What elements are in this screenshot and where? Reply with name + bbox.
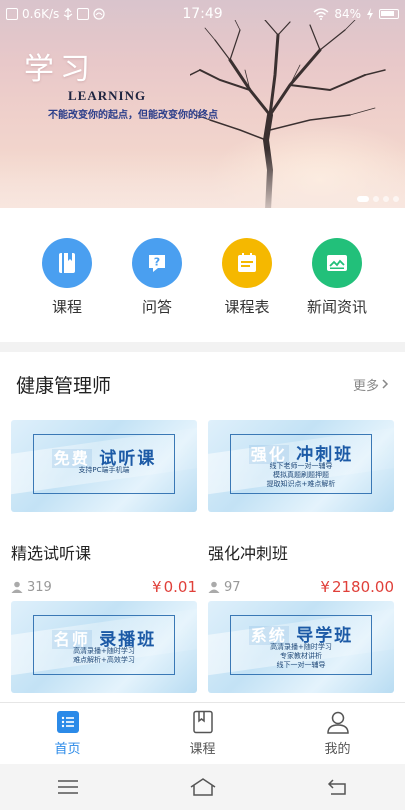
person-icon	[208, 581, 220, 593]
quick-nav-label: 问答	[141, 298, 172, 316]
section-divider	[0, 342, 405, 352]
thumb-subtitle: 支持PC端手机端	[78, 466, 130, 474]
person-icon	[326, 711, 349, 734]
system-nav-bar	[0, 764, 405, 810]
quick-nav: 课程 ? 问答 课程表 新闻资讯	[0, 208, 405, 342]
section-title: 健康管理师	[16, 374, 112, 397]
course-meta: 319 ¥0.01	[11, 578, 197, 596]
tab-profile[interactable]: 我的	[270, 703, 405, 764]
thumb-subtitle: 线下老师一对一辅导 模拟真题刷题押题 提取知识点+难点解析	[266, 462, 336, 488]
course-card[interactable]: 系统 导学班 高清录播+随时学习 专家教材讲析 线下一对一辅导	[208, 601, 394, 693]
news-icon	[312, 238, 362, 288]
course-thumbnail: 免费 试听课 支持PC端手机端	[11, 420, 197, 512]
tab-label: 首页	[54, 742, 81, 757]
battery-percent: 84%	[334, 7, 361, 21]
carousel-dots	[357, 196, 399, 202]
course-card[interactable]: 名师 录播班 高清录播+随时学习 难点解析+高效学习	[11, 601, 197, 693]
svg-text:?: ?	[154, 256, 160, 269]
home-list-icon	[56, 711, 79, 733]
course-title: 精选试听课	[11, 544, 92, 563]
course-price: ¥0.01	[152, 578, 197, 596]
course-meta: 97 ¥2180.00	[208, 578, 394, 596]
app-notification-icon	[77, 8, 90, 20]
banner-carousel[interactable]: 学习 LEARNING 不能改变你的起点，但能改变你的终点	[0, 0, 405, 208]
tab-home[interactable]: 首页	[0, 703, 135, 764]
quick-nav-schedule[interactable]: 课程表	[202, 208, 292, 342]
charging-icon	[367, 8, 373, 20]
banner-haze	[0, 150, 405, 208]
thumb-subtitle: 高清录播+随时学习 难点解析+高效学习	[73, 647, 135, 664]
student-count: 97	[208, 580, 241, 595]
tab-courses[interactable]: 课程	[135, 703, 270, 764]
more-link[interactable]: 更多	[353, 375, 389, 394]
carousel-dot	[383, 196, 389, 202]
more-label: 更多	[352, 378, 379, 394]
carousel-dot	[393, 196, 399, 202]
bookmark-book-icon	[192, 710, 213, 734]
quick-nav-news[interactable]: 新闻资讯	[292, 208, 382, 342]
usb-icon	[63, 8, 73, 20]
back-icon	[327, 779, 346, 795]
person-icon	[11, 581, 23, 593]
banner-slogan: 不能改变你的起点，但能改变你的终点	[48, 110, 218, 121]
book-icon	[42, 238, 92, 288]
course-title: 强化冲刺班	[208, 544, 289, 563]
course-card[interactable]: 强化 冲刺班 线下老师一对一辅导 模拟真题刷题押题 提取知识点+难点解析 强化冲…	[208, 420, 394, 596]
course-thumbnail: 强化 冲刺班 线下老师一对一辅导 模拟真题刷题押题 提取知识点+难点解析	[208, 420, 394, 512]
schedule-icon	[222, 238, 272, 288]
course-thumbnail: 名师 录播班 高清录播+随时学习 难点解析+高效学习	[11, 601, 197, 693]
home-icon	[190, 778, 215, 796]
carousel-dot	[357, 196, 369, 202]
carousel-dot	[373, 196, 379, 202]
course-price: ¥2180.00	[320, 578, 394, 596]
chevron-right-icon	[382, 379, 389, 389]
home-button[interactable]	[183, 772, 223, 802]
menu-icon	[57, 780, 78, 794]
menu-button[interactable]	[48, 772, 88, 802]
quick-nav-label: 新闻资讯	[306, 298, 367, 316]
student-count: 319	[11, 580, 52, 595]
quick-nav-courses[interactable]: 课程	[22, 208, 112, 342]
bottom-tab-bar: 首页 课程 我的	[0, 702, 405, 764]
back-button[interactable]	[318, 772, 358, 802]
quick-nav-qa[interactable]: ? 问答	[112, 208, 202, 342]
status-bar: 0.6K/s 17:49 84%	[0, 0, 405, 28]
banner-english: LEARNING	[68, 88, 147, 103]
quick-nav-label: 课程表	[224, 298, 270, 316]
thumb-subtitle: 高清录播+随时学习 专家教材讲析 线下一对一辅导	[270, 643, 332, 669]
section-header: 健康管理师 更多	[0, 352, 405, 416]
battery-icon	[379, 9, 399, 19]
course-card[interactable]: 免费 试听课 支持PC端手机端 精选试听课 319 ¥0.01	[11, 420, 197, 596]
question-icon: ?	[132, 238, 182, 288]
course-thumbnail: 系统 导学班 高清录播+随时学习 专家教材讲析 线下一对一辅导	[208, 601, 394, 693]
network-speed: 0.6K/s	[22, 7, 60, 21]
quick-nav-label: 课程	[51, 298, 82, 316]
wifi-icon	[313, 8, 329, 20]
tab-label: 我的	[324, 742, 351, 757]
android-icon	[93, 8, 105, 20]
tab-label: 课程	[189, 742, 216, 757]
sim-icon	[6, 8, 18, 20]
banner-title: 学习	[24, 52, 96, 87]
